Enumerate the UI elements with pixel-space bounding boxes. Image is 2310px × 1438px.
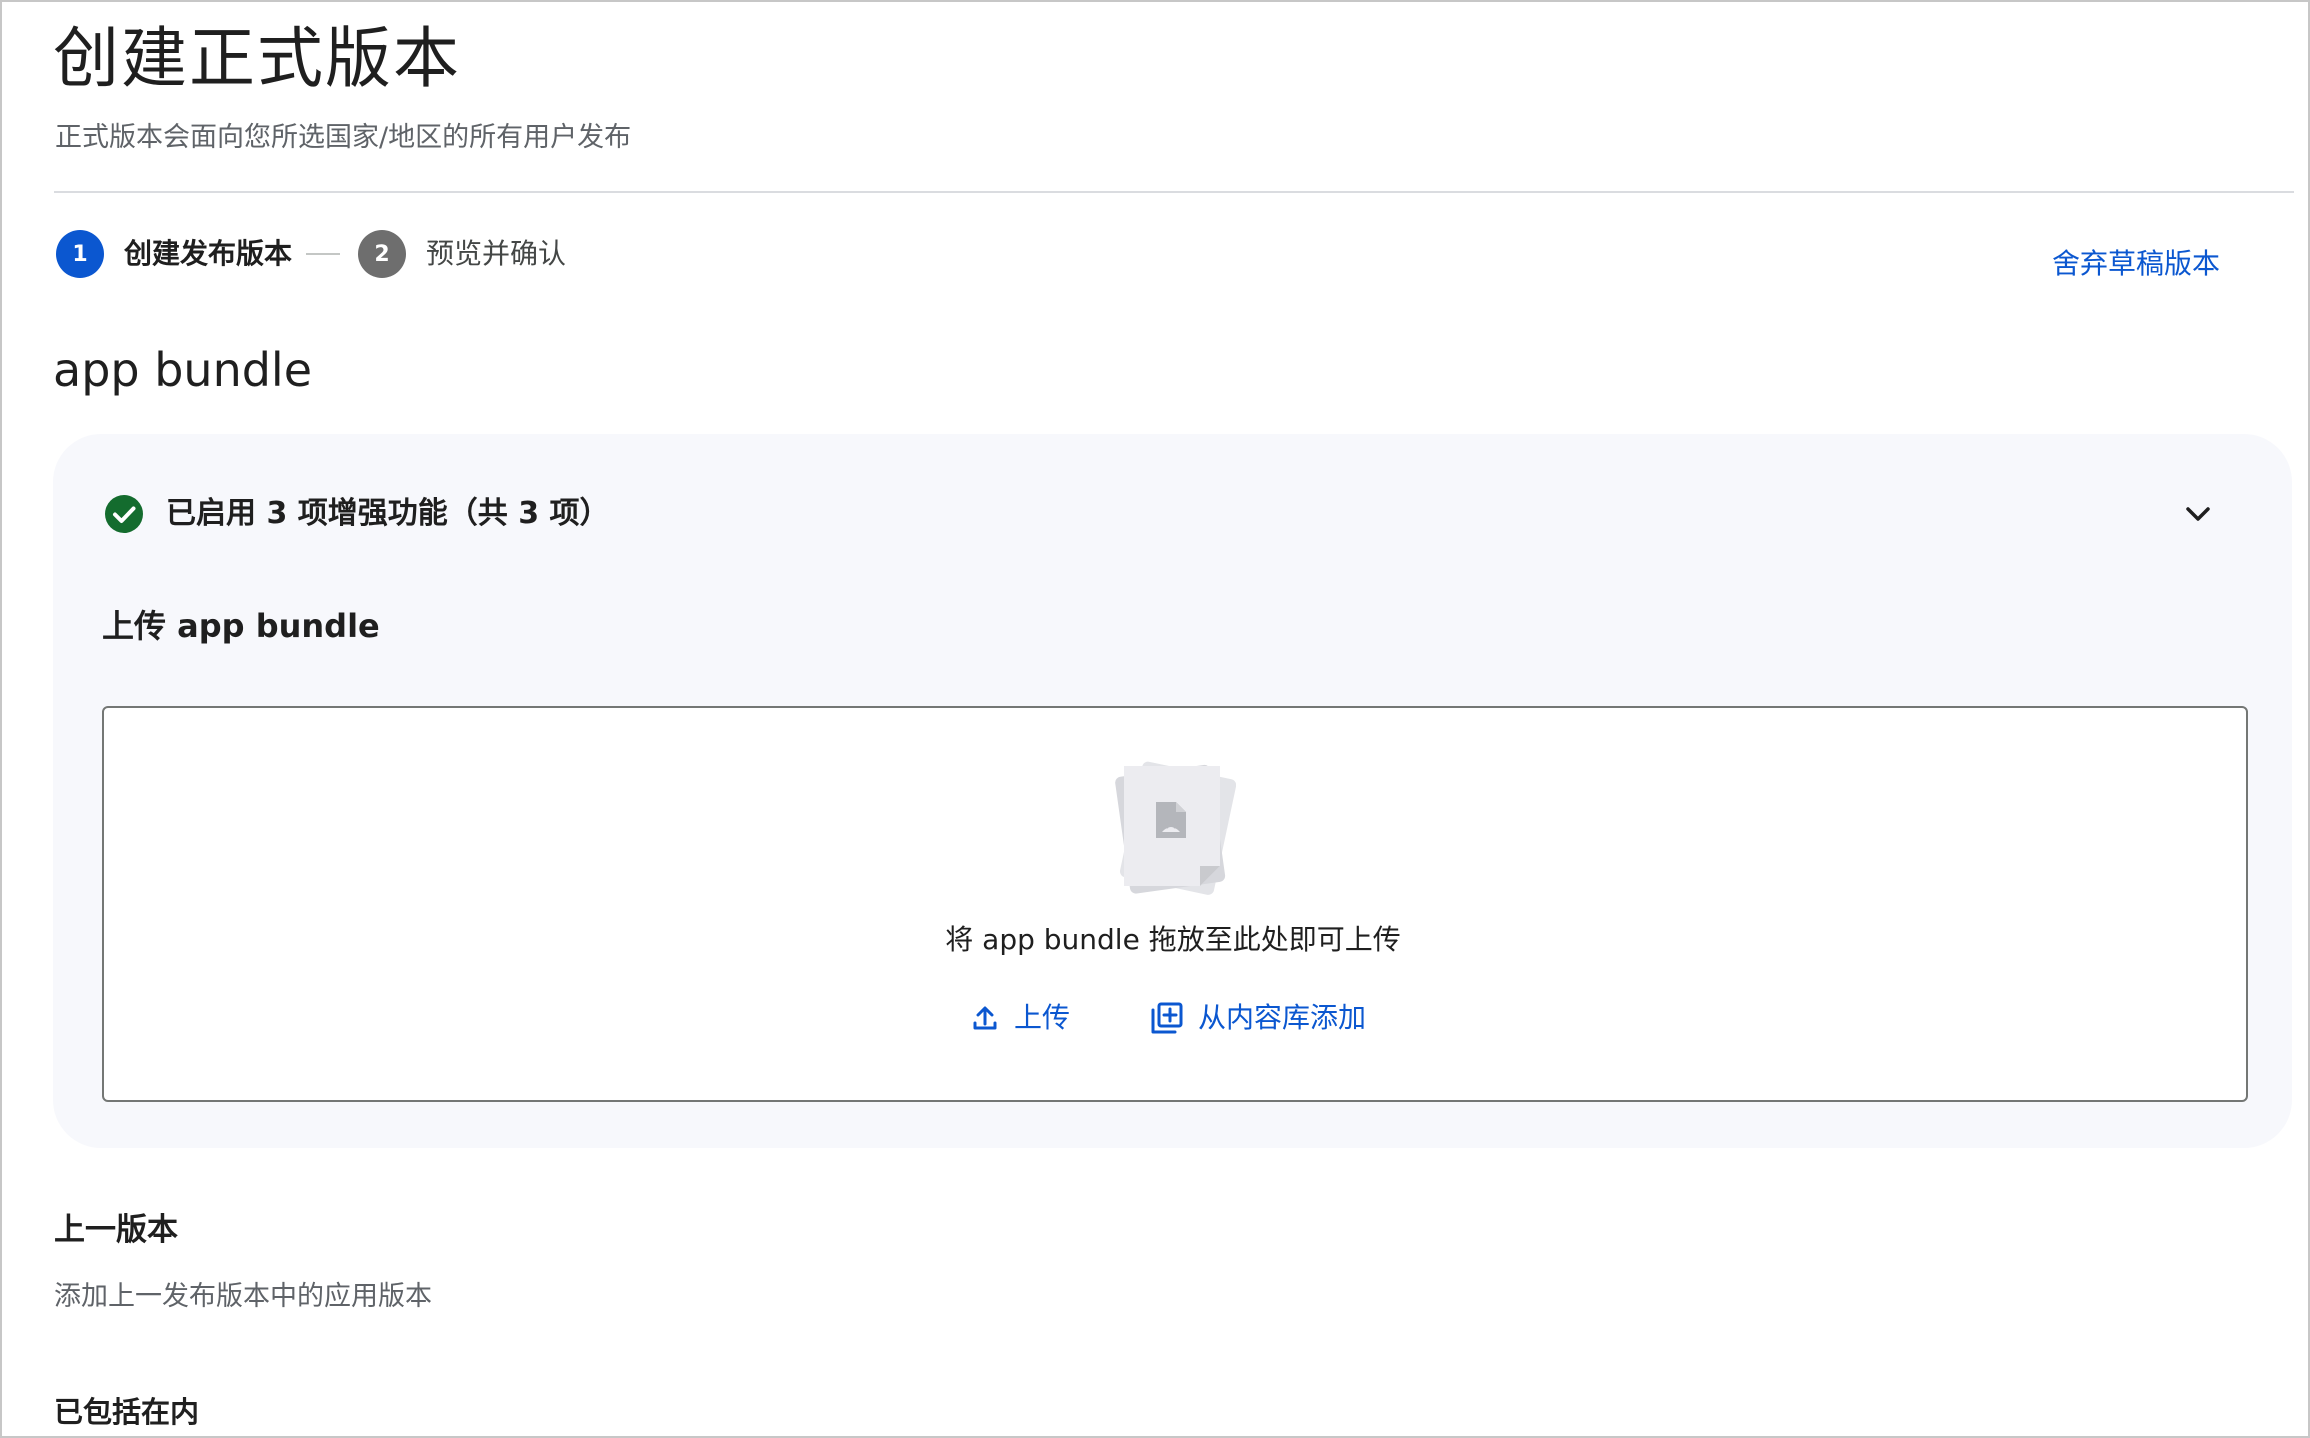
- page-subtitle: 正式版本会面向您所选国家/地区的所有用户发布: [55, 122, 632, 153]
- step-create-release[interactable]: 1 创建发布版本: [56, 230, 292, 278]
- drop-instructions: 将 app bundle 拖放至此处即可上传: [945, 923, 1401, 956]
- previous-release-title: 上一版本: [54, 1212, 178, 1248]
- app-bundle-heading: app bundle: [53, 343, 312, 397]
- step-label: 预览并确认: [426, 237, 567, 270]
- step-label: 创建发布版本: [124, 237, 293, 270]
- previous-release-subtitle: 添加上一发布版本中的应用版本: [54, 1281, 432, 1312]
- enhancements-summary[interactable]: 已启用 3 项增强功能（共 3 项）: [104, 492, 610, 536]
- header-divider: [54, 191, 2294, 193]
- upload-button-label: 上传: [1014, 1001, 1071, 1034]
- stepper: 1 创建发布版本 2 预览并确认: [56, 230, 566, 278]
- add-from-library-label: 从内容库添加: [1198, 1001, 1367, 1034]
- upload-icon: [973, 1006, 997, 1030]
- library-add-icon: [1151, 1002, 1183, 1034]
- check-circle-icon: [105, 495, 143, 533]
- included-title: 已包括在内: [54, 1395, 200, 1429]
- add-from-library-button[interactable]: 从内容库添加: [1150, 998, 1366, 1038]
- file-document-icon: [1115, 761, 1236, 895]
- step-number-badge: 1: [56, 230, 104, 278]
- upload-app-bundle-title: 上传 app bundle: [102, 607, 380, 645]
- enhancements-text: 已启用 3 项增强功能（共 3 项）: [166, 496, 610, 531]
- release-page: 创建正式版本 正式版本会面向您所选国家/地区的所有用户发布 1 创建发布版本 2…: [0, 0, 2310, 1438]
- page-title: 创建正式版本: [53, 20, 461, 97]
- step-number-badge: 2: [358, 230, 407, 278]
- chevron-down-icon[interactable]: [2178, 494, 2218, 534]
- step-preview-confirm[interactable]: 2 预览并确认: [358, 230, 566, 278]
- discard-draft-link[interactable]: 舍弃草稿版本: [2052, 244, 2220, 284]
- upload-button[interactable]: 上传: [970, 998, 1070, 1038]
- step-connector: [306, 253, 341, 255]
